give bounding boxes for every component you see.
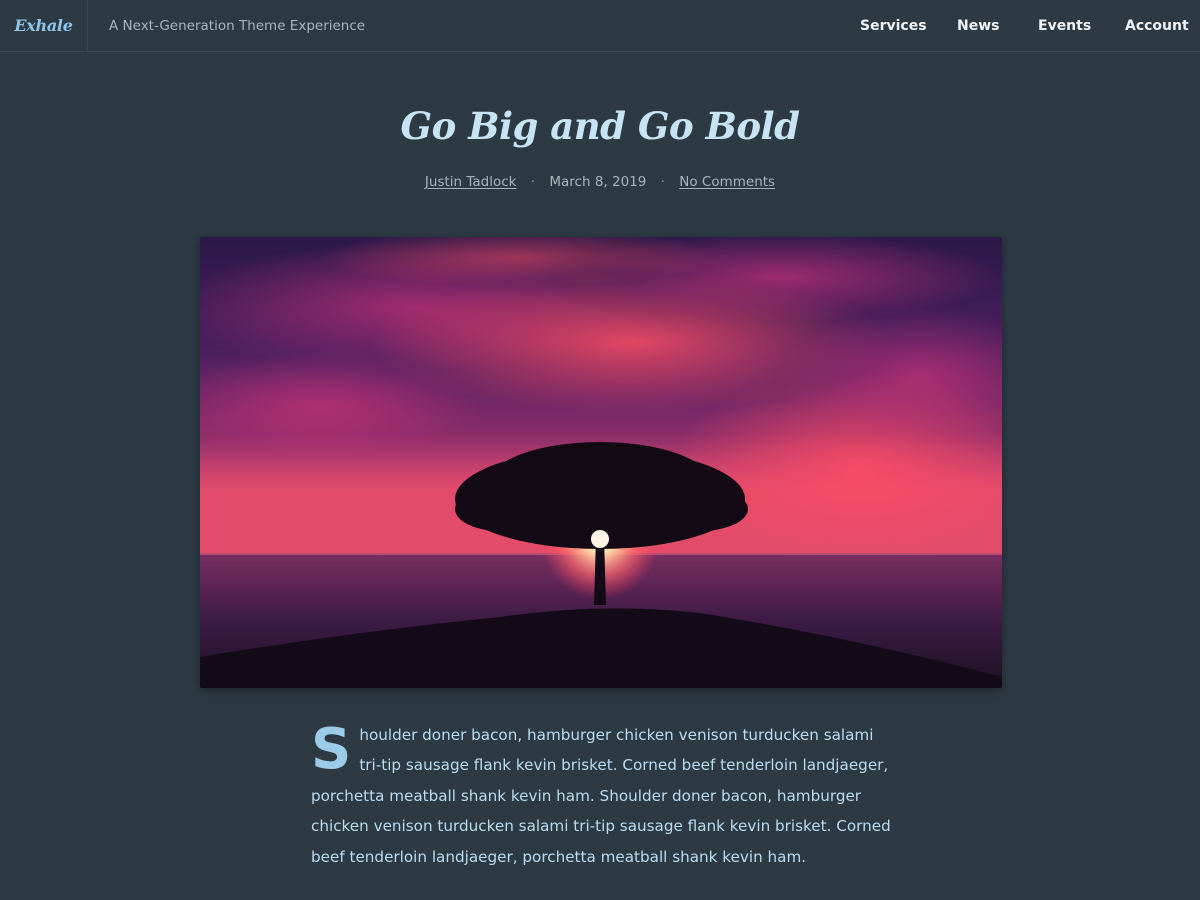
featured-image bbox=[200, 237, 1002, 688]
site-tagline: A Next-Generation Theme Experience bbox=[109, 17, 366, 34]
dropcap-letter: S bbox=[311, 717, 352, 782]
meta-separator-icon: · bbox=[530, 174, 536, 190]
entry-meta: Justin Tadlock · March 8, 2019 · No Comm… bbox=[0, 174, 1200, 190]
meta-separator-icon: · bbox=[660, 174, 665, 190]
comments-link[interactable]: No Comments bbox=[679, 174, 775, 190]
menu-item-events[interactable]: Events bbox=[1038, 18, 1091, 34]
entry-paragraph: Shoulder doner bacon, hamburger chicken … bbox=[311, 720, 896, 872]
featured-image-art bbox=[200, 237, 1002, 688]
menu-item-services[interactable]: Services bbox=[860, 18, 927, 34]
entry-title: Go Big and Go Bold bbox=[400, 104, 800, 148]
site-title-link[interactable]: Exhale bbox=[14, 16, 73, 35]
menu-item-account[interactable]: Account bbox=[1125, 18, 1189, 34]
menu-item-news[interactable]: News bbox=[957, 18, 999, 34]
post-date: March 8, 2019 bbox=[549, 174, 647, 190]
branding: Exhale bbox=[0, 0, 88, 52]
entry-content: Shoulder doner bacon, hamburger chicken … bbox=[311, 720, 896, 872]
paragraph-text: houlder doner bacon, hamburger chicken v… bbox=[311, 726, 891, 866]
site-header: Exhale A Next-Generation Theme Experienc… bbox=[0, 0, 1200, 52]
author-link[interactable]: Justin Tadlock bbox=[425, 174, 517, 190]
